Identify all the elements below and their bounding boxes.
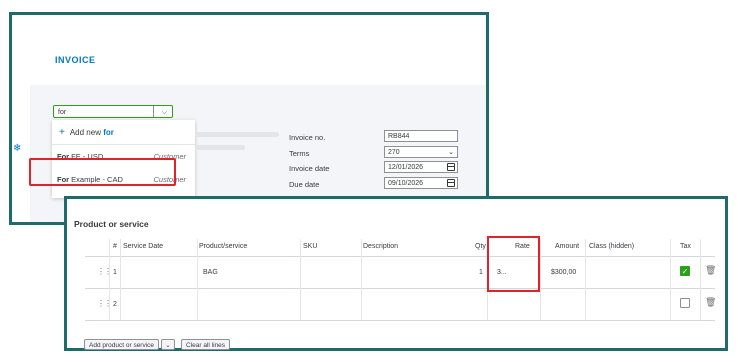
row-divider [85,320,715,321]
add-new-customer-option[interactable]: + Add new for [59,127,114,138]
col-amount: Amount [555,243,580,250]
drag-handle-icon[interactable]: ⋮⋮ [97,267,112,276]
invoice-no-label: Invoice no. [289,133,326,142]
row-number: 2 [113,301,117,308]
rate-highlight-box [487,236,540,292]
col-qty: Qty [475,243,486,250]
invoice-header: INVOICE [30,23,486,85]
invoice-no-field[interactable]: RB844 [384,130,458,142]
invoice-body: INVOICE for ⌵ + Add new for For FE - USD … [30,23,486,222]
option-highlight-box [29,158,176,186]
column-divider [585,239,586,320]
invoice-date-value: 12/01/2026 [388,164,424,171]
tax-checkbox[interactable]: ✓ [680,266,690,276]
column-divider [700,239,701,320]
add-new-keyword: for [103,128,114,137]
column-divider [197,239,198,320]
chevron-down-icon: ⌄ [165,342,171,349]
column-divider [540,239,541,320]
column-divider [120,239,121,320]
invoice-date-label: Invoice date [289,164,330,173]
amount-cell[interactable]: $300,00 [551,269,576,276]
row-divider [85,288,715,289]
clear-lines-button[interactable]: Clear all lines [181,339,231,350]
header-divider [85,256,715,257]
calendar-icon[interactable] [447,179,455,187]
col-number: # [113,243,117,250]
plus-icon: + [59,127,65,138]
invoice-date-field[interactable]: 12/01/2026 [384,161,458,173]
chevron-down-icon[interactable]: ⌵ [162,106,167,119]
column-divider [361,239,362,320]
product-cell[interactable]: BAG [203,269,218,276]
customer-input[interactable]: for ⌵ [53,105,173,118]
customer-input-value: for [58,109,67,116]
invoice-panel: INVOICE for ⌵ + Add new for For FE - USD … [9,12,489,225]
terms-value: 270 [388,149,400,156]
terms-select[interactable]: 270 ⌄ [384,146,458,158]
terms-label: Terms [289,149,310,158]
add-new-label: Add new [69,128,101,137]
product-panel: Product or service # Service Date Produc… [64,196,728,351]
calendar-icon[interactable] [447,163,455,171]
divider [52,144,195,145]
col-class: Class (hidden) [589,243,635,250]
qty-cell[interactable]: 1 [479,269,483,276]
invoice-no-value: RB844 [388,133,410,140]
due-date-field[interactable]: 09/10/2026 [384,177,458,189]
col-description: Description [363,243,399,250]
section-title: Product or service [74,219,149,229]
drag-handle-icon[interactable]: ⋮⋮ [97,299,112,308]
chevron-down-icon: ⌄ [448,149,454,156]
trash-icon[interactable]: 🗑 [705,265,716,276]
tax-checkbox[interactable] [680,298,690,308]
page-title: INVOICE [55,55,96,65]
column-divider [300,239,301,320]
col-product: Product/service [199,243,248,250]
due-date-value: 09/10/2026 [388,180,424,187]
row-number: 1 [113,269,117,276]
settings-icon[interactable]: ❄ [13,143,21,154]
placeholder-bar [195,132,279,137]
column-divider [670,239,671,320]
col-service-date: Service Date [123,243,164,250]
placeholder-bar [195,145,245,150]
col-sku: SKU [303,243,318,250]
trash-icon[interactable]: 🗑 [705,297,716,308]
input-separator [153,106,154,117]
add-product-button[interactable]: Add product or service [84,339,160,350]
add-product-menu-button[interactable]: ⌄ [161,339,175,350]
due-date-label: Due date [289,180,320,189]
col-tax: Tax [680,243,691,250]
